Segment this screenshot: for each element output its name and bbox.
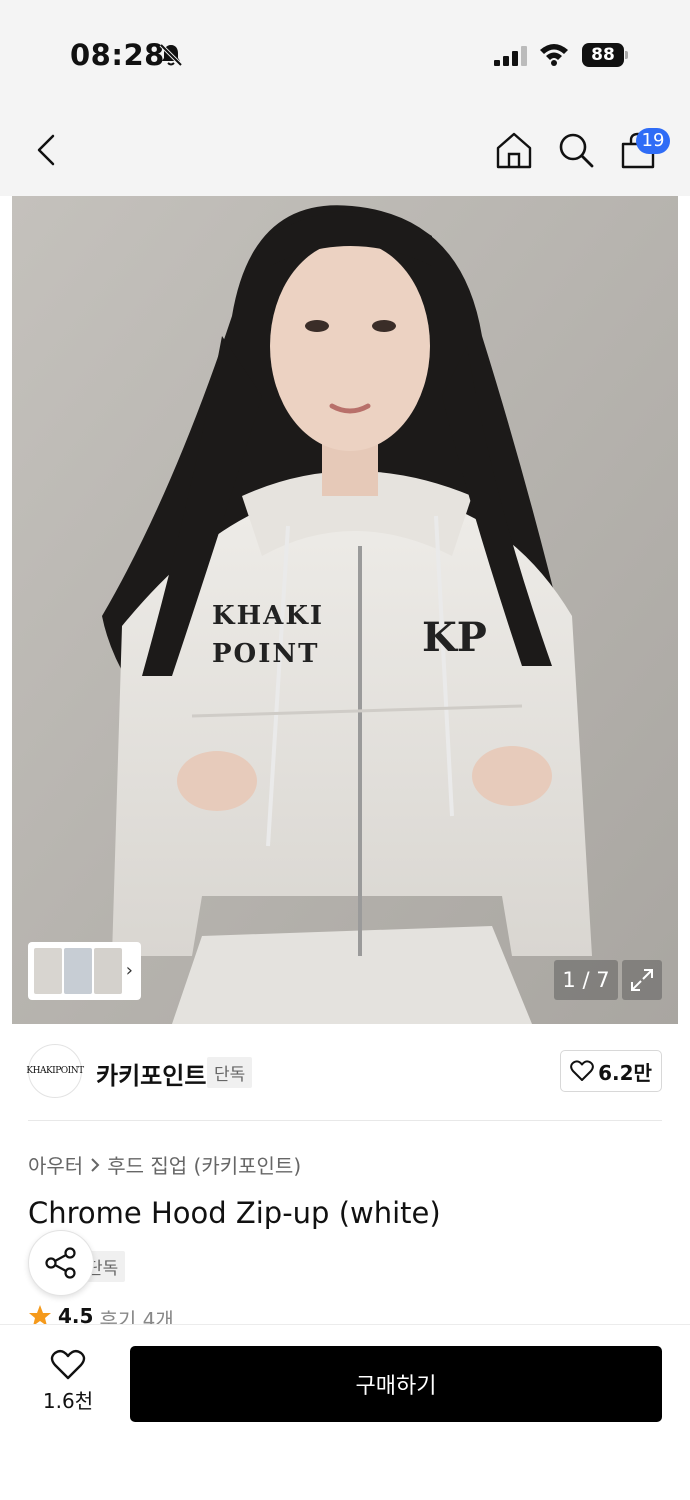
brand-name[interactable]: 카키포인트	[96, 1056, 206, 1091]
share-button[interactable]	[28, 1230, 94, 1296]
back-icon	[37, 134, 55, 166]
brand-like-count: 6.2만	[598, 1060, 652, 1085]
heart-icon	[570, 1060, 594, 1081]
home-button[interactable]	[492, 128, 536, 172]
breadcrumb-subcategory[interactable]: 후드 집업 (카키포인트)	[107, 1150, 301, 1179]
bell-off-icon	[158, 42, 184, 72]
breadcrumb: 아우터 후드 집업 (카키포인트)	[28, 1150, 301, 1179]
signal-icon	[494, 46, 528, 70]
battery-level: 88	[582, 43, 624, 67]
brand-row: KHAKIPOINT 카키포인트 단독 6.2만	[0, 1042, 690, 1102]
svg-text:POINT: POINT	[212, 639, 319, 669]
fullscreen-button[interactable]	[622, 960, 662, 1000]
status-bar: 08:28 88	[0, 0, 690, 100]
expand-icon	[631, 969, 653, 991]
battery-icon: 88	[582, 43, 628, 67]
heart-icon	[50, 1349, 86, 1380]
product-photo: KHAKI POINT KP	[12, 196, 678, 1024]
search-icon	[559, 133, 594, 168]
brand-exclusive-badge: 단독	[207, 1057, 253, 1088]
thumbnail[interactable]	[34, 948, 62, 994]
product-image-gallery[interactable]: KHAKI POINT KP › 1 / 7	[12, 196, 678, 1024]
buy-button[interactable]: 구매하기	[130, 1346, 662, 1422]
top-nav	[0, 100, 690, 196]
home-icon	[496, 132, 532, 169]
back-button[interactable]	[26, 128, 70, 172]
divider	[28, 1120, 662, 1121]
gallery-thumbnails[interactable]: ›	[28, 942, 141, 1000]
svg-text:KHAKI: KHAKI	[212, 601, 324, 631]
chevron-right-icon	[91, 1157, 100, 1172]
thumbnail[interactable]	[64, 948, 92, 994]
search-button[interactable]	[554, 128, 598, 172]
svg-text:KP: KP	[422, 614, 487, 661]
breadcrumb-category[interactable]: 아우터	[28, 1150, 83, 1179]
status-time: 08:28	[70, 38, 165, 72]
wishlist-button[interactable]: 1.6천	[28, 1349, 108, 1421]
cart-count-badge: 19	[636, 128, 670, 154]
product-title: Chrome Hood Zip-up (white)	[28, 1196, 441, 1230]
wishlist-count: 1.6천	[42, 1389, 94, 1413]
share-icon	[45, 1247, 76, 1279]
chevron-right-icon: ›	[125, 960, 133, 981]
image-counter: 1 / 7	[554, 960, 618, 1000]
brand-like-button[interactable]: 6.2만	[560, 1050, 662, 1092]
bottom-action-bar: 1.6천 구매하기	[0, 1324, 690, 1500]
wifi-icon	[538, 42, 570, 70]
brand-logo[interactable]: KHAKIPOINT	[26, 1044, 84, 1098]
thumbnail[interactable]	[94, 948, 122, 994]
